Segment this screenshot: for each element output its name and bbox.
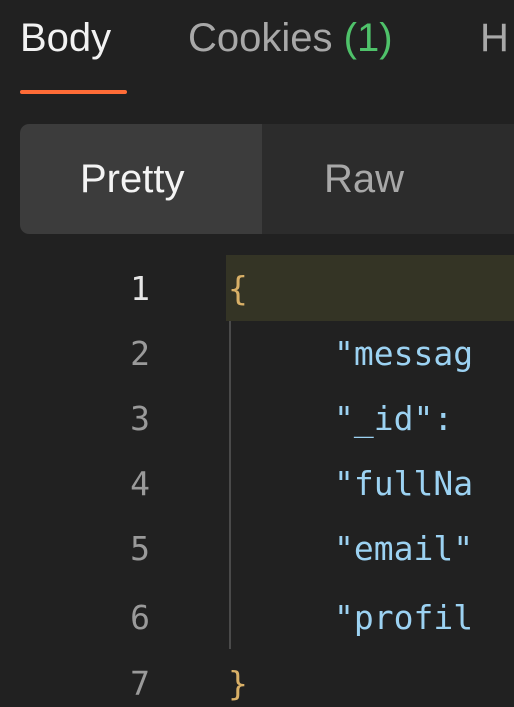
code-line-email-key: "email": [334, 529, 474, 568]
tab-cookies[interactable]: Cookies (1): [188, 12, 393, 64]
indent-guide: [229, 321, 231, 649]
tab-body[interactable]: Body: [20, 12, 111, 64]
response-tabs: Body Cookies (1) H: [0, 0, 514, 100]
response-body-editor[interactable]: 1 2 3 4 5 6 7 { "messag "_id": "fullNa "…: [0, 255, 514, 707]
line-number: 6: [130, 598, 150, 637]
tab-cookies-label: Cookies: [188, 16, 333, 60]
response-panel: Body Cookies (1) H Pretty Raw 1 2 3 4 5 …: [0, 0, 514, 707]
view-mode-pretty-button[interactable]: Pretty: [80, 153, 184, 205]
line-number: 5: [130, 529, 150, 568]
code-line-profile-key: "profil: [334, 598, 474, 637]
tab-headers[interactable]: H: [480, 12, 509, 64]
code-line-open-brace: {: [228, 269, 248, 308]
active-tab-indicator: [20, 90, 127, 94]
line-number: 7: [130, 664, 150, 703]
view-mode-raw-button[interactable]: Raw: [324, 153, 404, 205]
code-line-id-key: "_id":: [334, 399, 454, 438]
line-number: 3: [130, 399, 150, 438]
line-number: 4: [130, 464, 150, 503]
current-line-highlight: [226, 255, 514, 321]
code-line-fullname-key: "fullNa: [334, 464, 474, 503]
line-number: 2: [130, 334, 150, 373]
tab-headers-label: H: [480, 16, 509, 60]
view-mode-toggle: Pretty Raw: [20, 124, 514, 234]
code-line-message-key: "messag: [334, 334, 474, 373]
code-line-close-brace: }: [228, 664, 248, 703]
tab-body-label: Body: [20, 16, 112, 60]
line-number: 1: [130, 269, 150, 308]
cookies-count-badge: (1): [343, 16, 393, 60]
